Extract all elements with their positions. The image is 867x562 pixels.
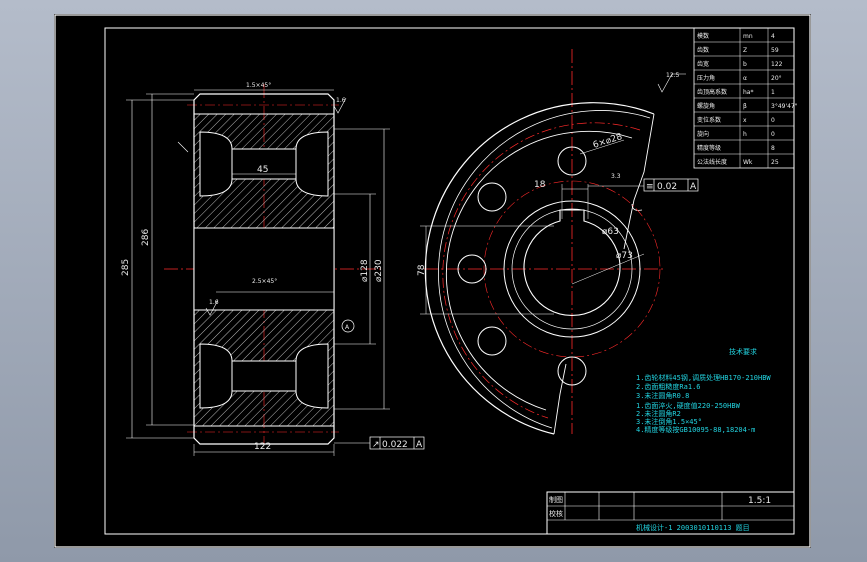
param-cell: 模数 xyxy=(697,32,709,40)
hole-dim: 6×⌀28 xyxy=(592,132,624,151)
param-cell: 25 xyxy=(771,159,779,166)
svg-text:≡: ≡ xyxy=(646,182,654,192)
param-cell: 精度等级 xyxy=(697,144,721,152)
note-line: 4.精度等级按GB10095-88,18204-m xyxy=(636,425,755,434)
parameter-table: 模数 mn 4 齿数 Z 59 齿宽 b 122 压力角 α 20° 齿顶高系数 ha* 1 螺旋角 β 3°49… xyxy=(693,27,798,169)
rough-top: 1.6 xyxy=(336,97,346,104)
param-cell: mn xyxy=(743,33,753,40)
param-cell: 20° xyxy=(771,75,782,82)
param-cell: 螺旋角 xyxy=(697,102,715,110)
technical-notes: 技术要求 1.齿轮材料45钢,调质处理HB170-210HBW2.齿面粗糙度Ra… xyxy=(636,347,771,434)
note-line: 3.未注圆角R0.8 xyxy=(636,391,689,400)
param-cell: 变位系数 xyxy=(697,116,721,124)
dim-3: 3.3 xyxy=(611,173,621,180)
tb-scale: 1.5:1 xyxy=(748,496,771,506)
param-cell: 齿数 xyxy=(697,46,709,54)
param-cell: 齿顶高系数 xyxy=(697,88,727,96)
chamfer-mid: 2.5×45° xyxy=(252,278,277,285)
runout-tolerance: ↗ 0.022 A xyxy=(334,436,425,450)
param-cell: 0 xyxy=(771,117,775,124)
drawing-canvas: 285 286 ⌀128 ⌀230 1.5×45° 45 2.5×45° 122… xyxy=(54,14,811,548)
rough-mid: 1.6 xyxy=(209,299,219,306)
param-cell: 公法线长度 xyxy=(697,158,727,166)
tb-footer: 机械设计-1 2003010110113 题目 xyxy=(636,523,750,532)
note-line: 2.未注圆角R2 xyxy=(636,409,681,418)
param-cell: 压力角 xyxy=(697,74,715,82)
param-cell: x xyxy=(743,117,747,124)
side-view: 285 286 ⌀128 ⌀230 1.5×45° 45 2.5×45° 122… xyxy=(121,82,425,456)
param-cell: h xyxy=(743,131,747,138)
note-line: 3.未注倒角1.5×45° xyxy=(636,417,702,426)
dim-285: 285 xyxy=(121,259,131,276)
param-cell: ha* xyxy=(743,89,753,96)
dim-78: 78 xyxy=(417,264,427,276)
note-line: 2.齿面粗糙度Ra1.6 xyxy=(636,382,701,391)
param-cell: Wk xyxy=(743,159,753,166)
param-cell: 旋向 xyxy=(697,130,709,138)
dim-286: 286 xyxy=(141,229,151,246)
title-block: 制图 校核 1.5:1 机械设计-1 2003010110113 题目 xyxy=(546,491,795,535)
notes-title: 技术要求 xyxy=(729,347,757,356)
param-cell: 8 xyxy=(771,145,775,152)
param-cell: 59 xyxy=(771,47,779,54)
param-cell: 齿宽 xyxy=(697,60,709,68)
param-cell: b xyxy=(743,61,747,68)
datum-a: A xyxy=(345,324,350,331)
param-cell: β xyxy=(743,103,747,110)
dim-128: ⌀128 xyxy=(360,259,370,282)
param-cell: 0 xyxy=(771,131,775,138)
dim-63: ⌀63 xyxy=(602,227,619,237)
flatness-value: 0.02 xyxy=(657,182,677,192)
param-cell: Z xyxy=(743,47,747,54)
note-line: 1.齿轮材料45钢,调质处理HB170-210HBW xyxy=(636,373,771,382)
param-cell: α xyxy=(743,75,747,82)
tb-row2-label: 校核 xyxy=(549,509,563,518)
tb-row1-label: 制图 xyxy=(549,495,563,504)
flatness-tolerance: ≡ 0.02 A xyxy=(588,178,699,192)
param-cell: 1 xyxy=(771,89,775,96)
dim-45: 45 xyxy=(257,165,268,175)
param-cell: 4 xyxy=(771,33,775,40)
runout-datum: A xyxy=(416,440,423,450)
dim-18: 18 xyxy=(534,180,546,190)
svg-text:↗: ↗ xyxy=(372,440,380,450)
dim-122: 122 xyxy=(254,442,271,452)
note-line: 1.齿面淬火,硬度值220-250HBW xyxy=(636,401,741,410)
dim-73: ⌀73 xyxy=(616,251,633,261)
dim-230: ⌀230 xyxy=(374,259,384,282)
param-cell: 3°49'47" xyxy=(771,103,798,110)
runout-value: 0.022 xyxy=(382,440,408,450)
chamfer-top: 1.5×45° xyxy=(246,82,271,89)
flatness-datum: A xyxy=(690,182,697,192)
rough-symbol: 12.5 xyxy=(666,72,680,79)
cad-drawing: 285 286 ⌀128 ⌀230 1.5×45° 45 2.5×45° 122… xyxy=(54,14,811,548)
param-cell: 122 xyxy=(771,61,783,68)
